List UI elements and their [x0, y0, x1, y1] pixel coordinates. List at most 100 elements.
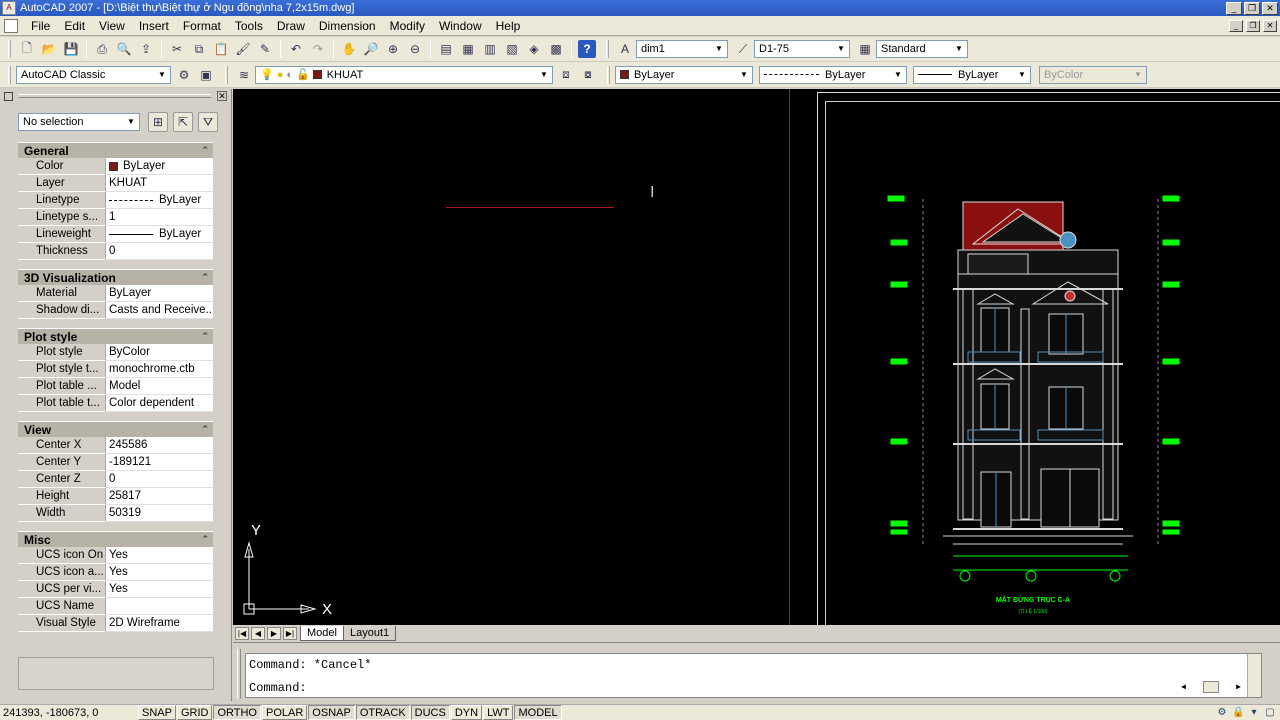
status-polar-button[interactable]: POLAR — [262, 705, 308, 720]
drawn-line[interactable] — [446, 207, 614, 208]
help-icon[interactable]: ? — [578, 40, 596, 58]
status-model-button[interactable]: MODEL — [514, 705, 562, 720]
section-header[interactable]: Plot style ⌃ — [18, 328, 213, 344]
property-value[interactable]: ByLayer — [106, 285, 213, 302]
save-icon[interactable]: 💾 — [62, 40, 80, 58]
doc-close-icon[interactable]: ✕ — [1263, 19, 1277, 32]
scroll-thumb[interactable] — [1203, 681, 1219, 693]
status-lwt-button[interactable]: LWT — [483, 705, 514, 720]
restore-icon[interactable]: ❐ — [1244, 1, 1260, 15]
menu-draw[interactable]: Draw — [270, 17, 312, 35]
status-osnap-button[interactable]: OSNAP — [308, 705, 355, 720]
menu-dimension[interactable]: Dimension — [312, 17, 383, 35]
building-elevation-drawing[interactable]: MẶT ĐỨNG TRỤC C-A (TỈ LỆ 1/100) — [873, 184, 1193, 624]
toolbar-grip[interactable] — [607, 65, 610, 84]
toolbar-grip[interactable] — [8, 40, 11, 58]
match-properties-icon[interactable]: 🖌 — [234, 40, 252, 58]
menu-edit[interactable]: Edit — [57, 17, 92, 35]
collapse-icon[interactable]: ⌃ — [201, 272, 209, 283]
section-header[interactable]: General ⌃ — [18, 142, 213, 158]
markup-icon[interactable]: ◈ — [525, 40, 543, 58]
tab-layout1[interactable]: Layout1 — [342, 626, 397, 641]
property-value[interactable]: KHUAT — [106, 175, 213, 192]
property-row[interactable]: Center X 245586 — [18, 437, 213, 454]
document-icon[interactable] — [4, 18, 18, 33]
menu-modify[interactable]: Modify — [383, 17, 432, 35]
first-tab-icon[interactable]: |◀ — [235, 627, 249, 640]
property-row[interactable]: Center Y -189121 — [18, 454, 213, 471]
command-hscroll[interactable]: ◀ ▶ — [1181, 681, 1241, 693]
tray-settings-icon[interactable]: ▾ — [1248, 707, 1260, 719]
property-value[interactable]: ByLayer — [106, 192, 213, 209]
selection-combo[interactable]: No selection ▼ — [18, 113, 140, 131]
block-editor-icon[interactable]: ✎ — [256, 40, 274, 58]
property-row[interactable]: Color ByLayer — [18, 158, 213, 175]
prev-tab-icon[interactable]: ◀ — [251, 627, 265, 640]
doc-restore-icon[interactable]: ❐ — [1246, 19, 1260, 32]
select-objects-icon[interactable]: ⇱ — [173, 112, 193, 132]
dim-style-combo[interactable]: D1-75 ▼ — [754, 40, 850, 58]
design-center-icon[interactable]: ▦ — [459, 40, 477, 58]
property-value[interactable]: Color dependent — [106, 395, 213, 412]
property-value[interactable]: 2D Wireframe — [106, 615, 213, 632]
property-value[interactable]: Yes — [106, 564, 213, 581]
menu-window[interactable]: Window — [432, 17, 489, 35]
property-row[interactable]: Visual Style 2D Wireframe — [18, 615, 213, 632]
command-prompt[interactable]: Command: — [246, 677, 1261, 700]
redo-icon[interactable]: ↷ — [309, 40, 327, 58]
command-text-area[interactable]: Command: *Cancel* Command: ◀ ▶ — [245, 653, 1262, 698]
undo-icon[interactable]: ↶ — [287, 40, 305, 58]
toolbar-grip[interactable] — [8, 65, 11, 84]
property-value[interactable]: -189121 — [106, 454, 213, 471]
property-value[interactable]: Casts and Receive... — [106, 302, 213, 319]
property-row[interactable]: UCS per vi... Yes — [18, 581, 213, 598]
autohide-icon[interactable] — [4, 91, 13, 101]
workspace-combo[interactable]: AutoCAD Classic ▼ — [16, 65, 171, 84]
property-row[interactable]: Center Z0 — [18, 471, 213, 488]
property-row[interactable]: Plot style t... monochrome.ctb — [18, 361, 213, 378]
property-value[interactable]: 0 — [106, 471, 213, 488]
communication-center-icon[interactable]: ⚙ — [1216, 707, 1228, 719]
text-style-icon[interactable]: A — [616, 40, 634, 58]
collapse-icon[interactable]: ⌃ — [201, 534, 209, 545]
section-header[interactable]: 3D Visualization ⌃ — [18, 269, 213, 285]
zoom-window-icon[interactable]: ⊕ — [384, 40, 402, 58]
close-icon[interactable]: ✕ — [1262, 1, 1278, 15]
zoom-previous-icon[interactable]: ⊖ — [406, 40, 424, 58]
menu-format[interactable]: Format — [176, 17, 228, 35]
drawing-canvas[interactable]: I MẶT ĐỨNG TRỤC C-A (TỈ LỆ 1/100) Y X — [233, 89, 1280, 625]
doc-minimize-icon[interactable]: _ — [1229, 19, 1243, 32]
lineweight-combo[interactable]: ByLayer ▼ — [913, 65, 1031, 84]
menu-tools[interactable]: Tools — [228, 17, 270, 35]
make-object-layer-current-icon[interactable]: ⧈ — [557, 66, 575, 84]
layer-combo[interactable]: 💡 ● ◐ 🔓 KHUAT ▼ — [255, 65, 553, 84]
close-icon[interactable]: ✕ — [217, 91, 227, 101]
menu-file[interactable]: File — [24, 17, 57, 35]
property-value[interactable]: 50319 — [106, 505, 213, 522]
command-scrollbar[interactable] — [1247, 654, 1261, 697]
property-value[interactable]: Yes — [106, 547, 213, 564]
section-header[interactable]: View ⌃ — [18, 421, 213, 437]
property-value[interactable]: 25817 — [106, 488, 213, 505]
copy-icon[interactable]: ⧉ — [190, 40, 208, 58]
paste-icon[interactable]: 📋 — [212, 40, 230, 58]
scroll-left-icon[interactable]: ◀ — [1181, 682, 1186, 692]
status-ortho-button[interactable]: ORTHO — [213, 705, 261, 720]
menu-view[interactable]: View — [92, 17, 132, 35]
table-style-combo[interactable]: Standard ▼ — [876, 40, 968, 58]
property-row[interactable]: Plot style ByColor — [18, 344, 213, 361]
tab-model[interactable]: Model — [300, 626, 344, 641]
menu-help[interactable]: Help — [489, 17, 528, 35]
status-dyn-button[interactable]: DYN — [450, 705, 483, 720]
collapse-icon[interactable]: ⌃ — [201, 424, 209, 435]
property-value[interactable]: 1 — [106, 209, 213, 226]
collapse-icon[interactable]: ⌃ — [201, 145, 209, 156]
new-file-icon[interactable]: 🗋 — [18, 40, 36, 58]
properties-icon[interactable]: ▤ — [437, 40, 455, 58]
workspace-save-icon[interactable]: ▣ — [197, 66, 215, 84]
property-row[interactable]: Material ByLayer — [18, 285, 213, 302]
tool-palettes-icon[interactable]: ▥ — [481, 40, 499, 58]
property-row[interactable]: UCS Name — [18, 598, 213, 615]
table-style-icon[interactable]: ▦ — [856, 40, 874, 58]
layer-manager-icon[interactable]: ≋ — [235, 66, 253, 84]
